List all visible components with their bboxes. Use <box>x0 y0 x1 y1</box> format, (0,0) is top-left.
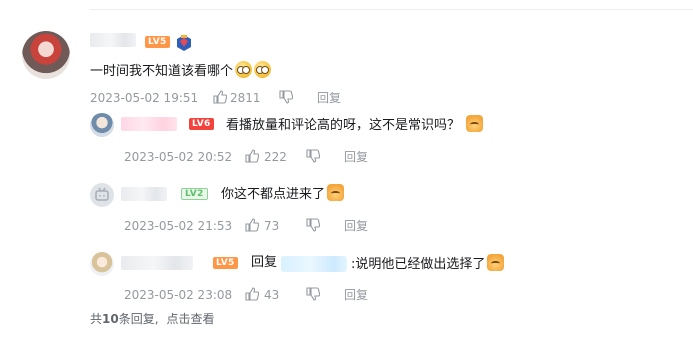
reply-time: 2023-05-02 20:52 <box>124 150 233 164</box>
view-more-link[interactable]: 点击查看 <box>167 312 215 326</box>
avatar[interactable] <box>90 113 114 137</box>
like-count: 73 <box>264 219 280 233</box>
like-count: 43 <box>264 288 280 302</box>
reply-button[interactable]: 回复 <box>344 150 368 164</box>
avatar[interactable] <box>22 31 70 79</box>
thumbs-up-icon[interactable] <box>245 149 259 163</box>
comment-content: 一时间我不知道该看哪个 <box>90 64 234 79</box>
reply-time: 2023-05-02 21:53 <box>124 219 233 233</box>
reply-summary: 共10条回复, 点击查看 <box>90 312 215 326</box>
thumbs-down-icon[interactable] <box>306 218 320 232</box>
reply-content: :说明他已经做出选择了 <box>351 257 486 272</box>
fan-medal-icon <box>177 35 191 51</box>
thumbs-down-icon[interactable] <box>306 149 320 163</box>
thumbs-up-icon[interactable] <box>245 287 259 301</box>
thumbs-up-icon[interactable] <box>245 218 259 232</box>
username-blurred[interactable] <box>121 187 167 201</box>
avatar[interactable] <box>90 183 114 207</box>
sun-eyes-emoji-icon <box>254 61 272 78</box>
divider <box>90 9 693 10</box>
username-blurred[interactable] <box>121 256 193 270</box>
level-badge: LV6 <box>189 118 214 130</box>
cat-emoji-icon <box>487 254 505 271</box>
comment-text: 一时间我不知道该看哪个 <box>90 61 272 81</box>
reply-button[interactable]: 回复 <box>344 288 368 302</box>
cat-emoji-icon <box>327 184 345 201</box>
thumbs-down-icon[interactable] <box>306 287 320 301</box>
level-badge: LV5 <box>145 36 170 48</box>
thumbs-up-icon[interactable] <box>213 90 227 104</box>
reply-text: 你这不都点进来了 <box>221 184 345 204</box>
avatar[interactable] <box>90 252 114 276</box>
like-count: 2811 <box>230 91 261 105</box>
level-badge: LV5 <box>213 257 238 269</box>
reply-text: :说明他已经做出选择了 <box>351 254 505 274</box>
reply-count: 10 <box>102 312 119 326</box>
level-badge: LV2 <box>181 188 208 200</box>
username-blurred[interactable] <box>121 117 177 131</box>
username-blurred[interactable] <box>90 33 136 47</box>
sun-eyes-emoji-icon <box>235 61 253 78</box>
reply-time: 2023-05-02 23:08 <box>124 288 233 302</box>
reply-button[interactable]: 回复 <box>344 219 368 233</box>
mention-username-blurred[interactable] <box>281 256 347 272</box>
reply-text: 看播放量和评论高的呀，这不是常识吗？ <box>226 115 484 135</box>
summary-suffix: 条回复, <box>118 312 159 326</box>
thumbs-down-icon[interactable] <box>279 90 293 104</box>
default-avatar-icon <box>95 187 109 201</box>
summary-prefix: 共 <box>90 312 103 326</box>
like-count: 222 <box>264 150 287 164</box>
reply-button[interactable]: 回复 <box>317 91 341 105</box>
comment-time: 2023-05-02 19:51 <box>90 91 199 105</box>
reply-content: 看播放量和评论高的呀，这不是常识吗？ <box>226 118 461 133</box>
reply-content: 你这不都点进来了 <box>221 187 326 202</box>
reply-prefix: 回复 <box>251 255 278 270</box>
cat-emoji-icon <box>466 115 484 132</box>
